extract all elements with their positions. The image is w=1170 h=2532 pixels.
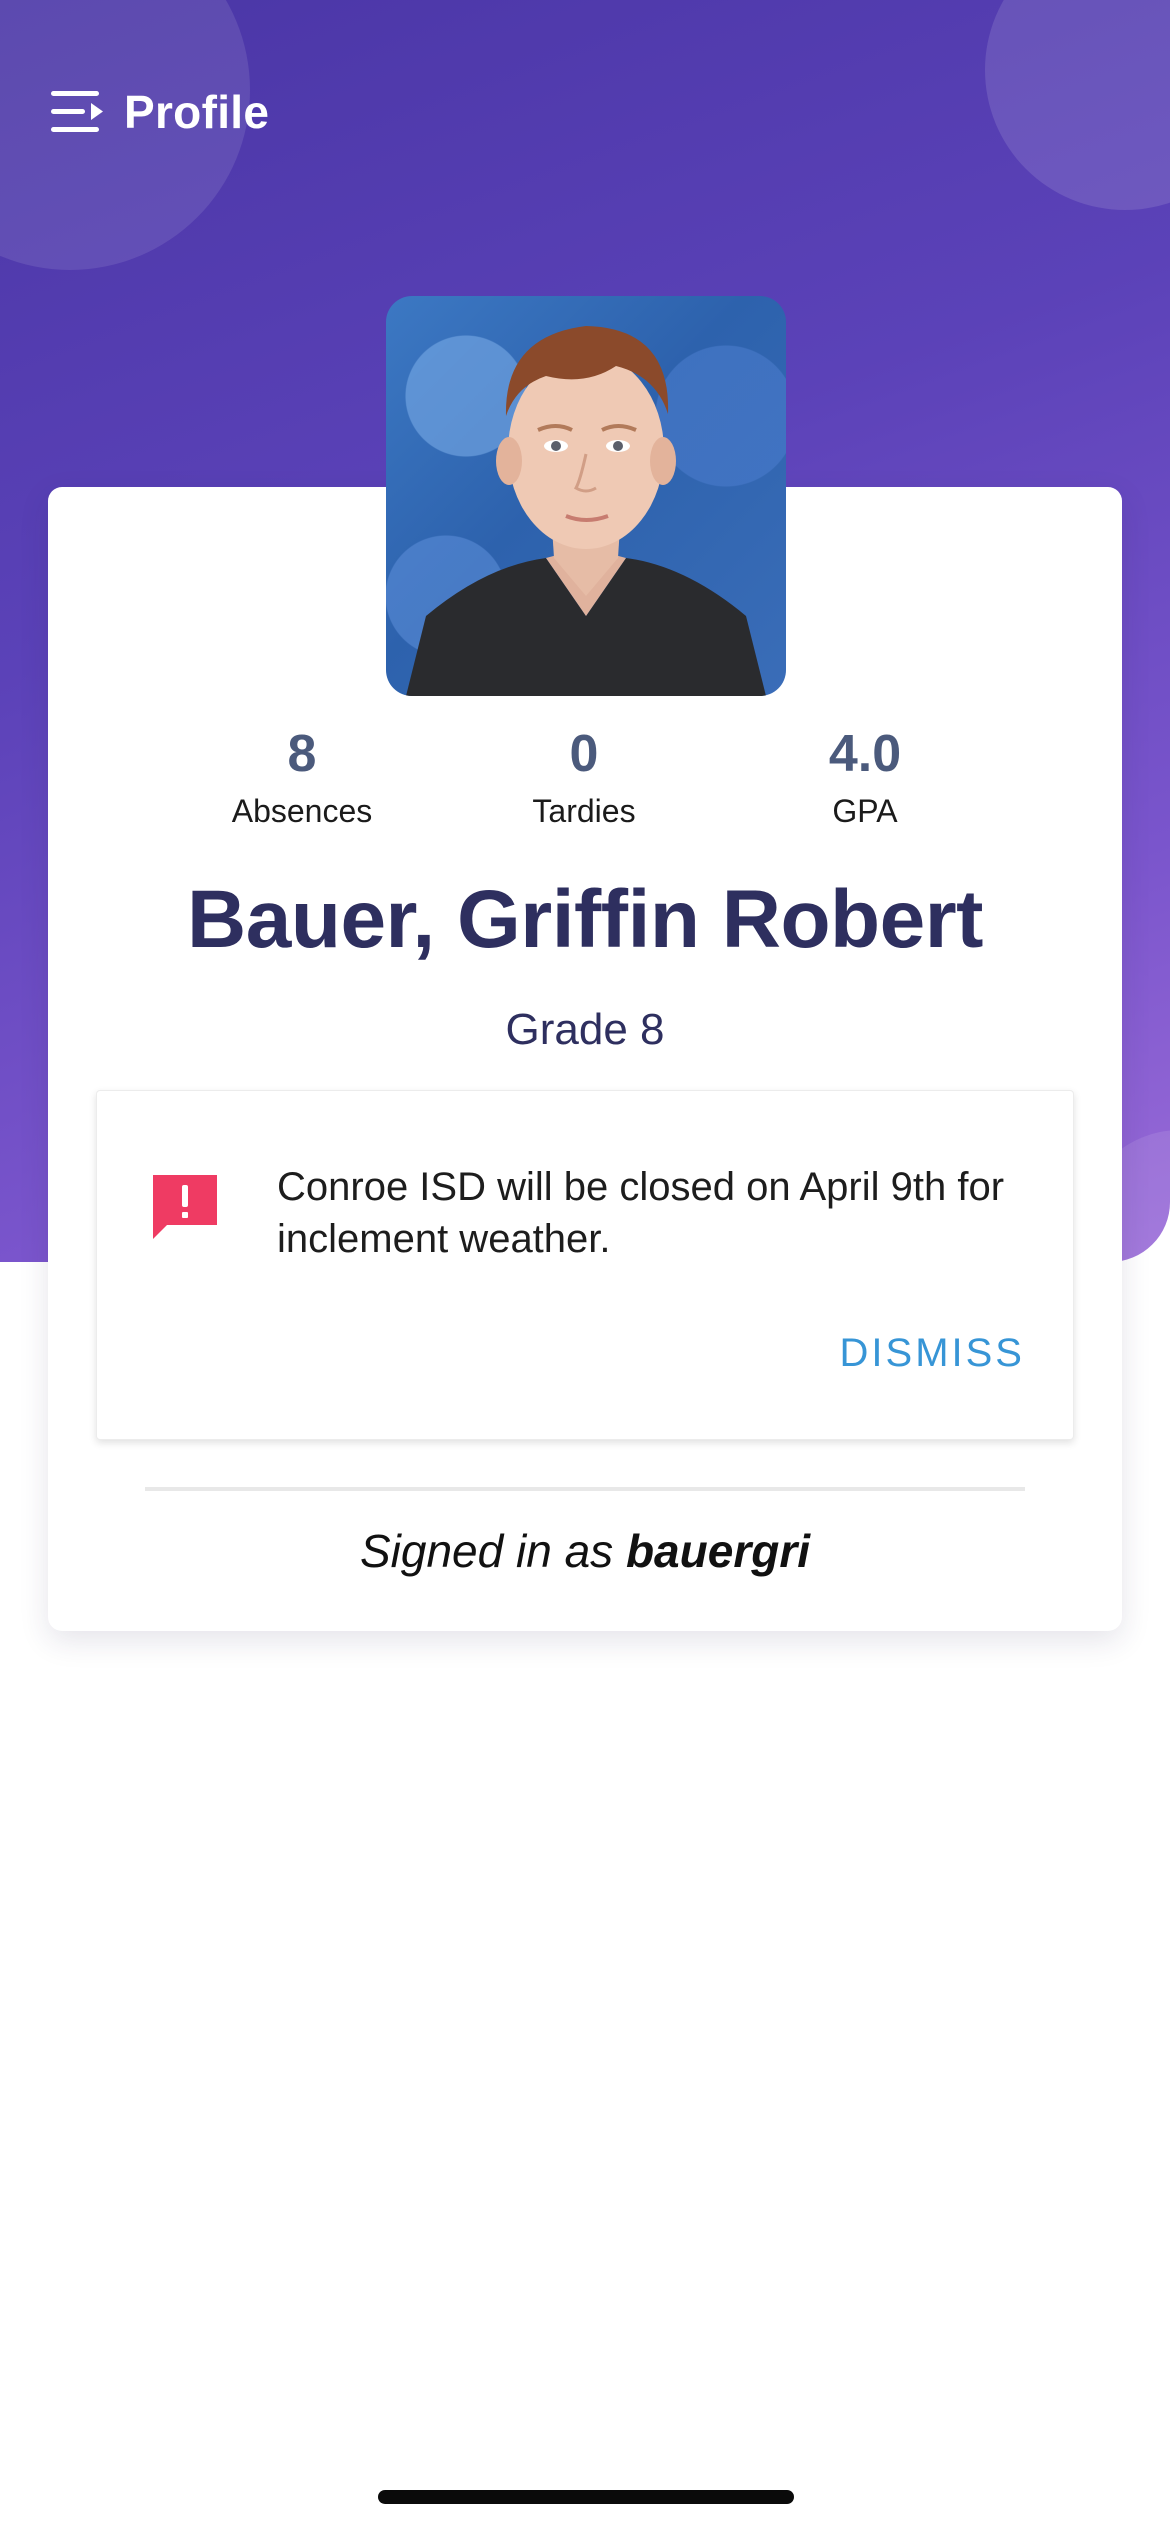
student-name: Bauer, Griffin Robert [187,874,983,965]
signed-in-status: Signed in as bauergri [48,1520,1122,1582]
announcement-alert: Conroe ISD will be closed on April 9th f… [96,1090,1074,1440]
stat-value: 8 [287,725,317,783]
home-indicator[interactable] [378,2490,794,2504]
dismiss-button[interactable]: DISMISS [840,1331,1025,1376]
stat-value: 0 [569,725,599,783]
stats-row: 8 Absences 0 Tardies 4.0 GPA [48,723,1122,843]
stat-gpa: 4.0 GPA [745,723,985,833]
decorative-circle [985,0,1170,210]
stat-absences: 8 Absences [182,723,422,833]
divider [145,1487,1025,1491]
menu-collapse-icon[interactable] [50,86,106,138]
username: bauergri [625,1525,810,1577]
page-title: Profile [124,86,270,138]
stat-tardies: 0 Tardies [464,723,704,833]
profile-screen: Profile 8 Absences 0 Tardies 4.0 GPA Bau… [0,0,1170,2532]
stat-label: Absences [231,793,373,829]
signed-in-prefix: Signed in as [359,1525,614,1577]
student-photo [386,296,786,696]
stat-label: Tardies [532,793,636,829]
alert-message-icon [149,1171,221,1243]
student-grade: Grade 8 [505,1005,665,1054]
stat-label: GPA [832,793,898,829]
top-bar: Profile [50,82,269,142]
alert-message: Conroe ISD will be closed on April 9th f… [277,1165,1005,1261]
stat-value: 4.0 [828,725,902,783]
